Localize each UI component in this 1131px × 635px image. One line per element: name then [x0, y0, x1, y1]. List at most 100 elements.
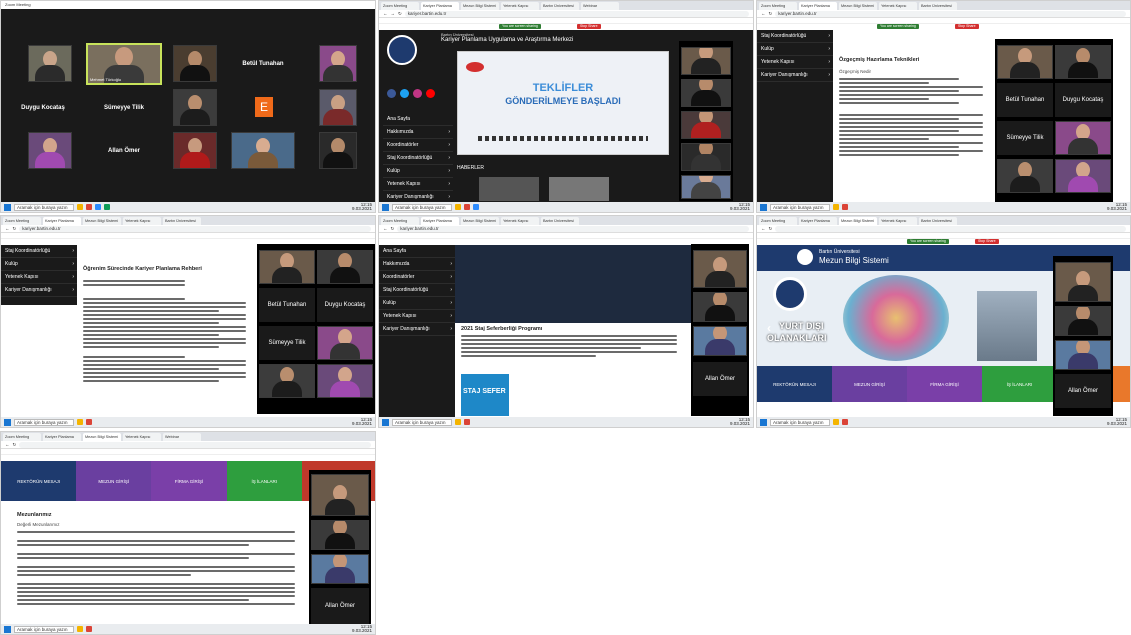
participant-tile[interactable] [259, 250, 315, 284]
participant-tile-active-speaker[interactable]: Mehmet Türkoğlu [86, 43, 162, 85]
participant-tile[interactable]: Allan Ömer [86, 132, 162, 169]
browser-tab[interactable]: Bartın Üniversitesi [163, 217, 201, 225]
browser-tab[interactable]: Mezun Bilgi Sistemi [461, 217, 499, 225]
windows-start-icon[interactable] [760, 203, 767, 211]
participant-tile[interactable] [173, 132, 217, 169]
browser-tab-active[interactable]: Mezun Bilgi Sistemi [839, 217, 877, 225]
participant-tile[interactable] [231, 132, 295, 169]
folder-icon[interactable] [833, 204, 839, 210]
participant-tile[interactable] [1055, 45, 1111, 79]
menu-is-ilanlari[interactable]: İŞ İLANLARI [982, 366, 1057, 402]
participant-tile[interactable] [1055, 340, 1111, 370]
stop-share-button[interactable]: Stop Share [577, 24, 601, 29]
nav-item[interactable]: Ana Sayfa [383, 113, 453, 126]
browser-tab[interactable]: Zoom Meeting [759, 217, 797, 225]
chrome-icon[interactable] [842, 419, 848, 425]
nav-item[interactable]: Hakkımızda › [379, 258, 455, 271]
browser-tab-active[interactable]: Mezun Bilgi Sistemi [83, 433, 121, 441]
nav-item[interactable]: Hakkımızda › [383, 126, 453, 139]
chrome-icon[interactable] [464, 419, 470, 425]
reload-icon[interactable]: ↻ [398, 11, 402, 17]
participant-tile[interactable] [311, 474, 369, 516]
browser-tab[interactable]: Zoom Meeting [759, 2, 797, 10]
menu-rektor[interactable]: REKTÖRÜN MESAJI [757, 366, 832, 402]
back-icon[interactable]: ← [383, 11, 388, 16]
participant-tile[interactable] [1055, 121, 1111, 155]
menu-mezun-girisi[interactable]: MEZUN GİRİŞİ [832, 366, 907, 402]
browser-tab[interactable]: Kariyer Planlama [43, 433, 81, 441]
nav-item[interactable]: Kariyer Danışmanlığı › [379, 323, 455, 336]
browser-tab[interactable]: Yetenek Kapısı [501, 217, 539, 225]
participant-tile[interactable] [319, 89, 357, 126]
nav-item[interactable]: Staj Koordinatörlüğü › [1, 245, 77, 258]
back-icon[interactable]: ← [383, 226, 388, 231]
stop-share-button[interactable]: Stop Share [955, 24, 979, 29]
browser-tab[interactable]: Yetenek Kapısı [879, 217, 917, 225]
nav-item[interactable]: Koordinatörler › [383, 139, 453, 152]
browser-tab[interactable]: Mezun Bilgi Sistemi [83, 217, 121, 225]
chrome-icon[interactable] [464, 204, 470, 210]
participant-tile[interactable] [319, 132, 357, 169]
browser-tab-active[interactable]: Kariyer Planlama [799, 2, 837, 10]
reload-icon[interactable]: ↻ [13, 226, 17, 232]
browser-tab[interactable]: Yetenek Kapısı [501, 2, 539, 10]
folder-icon[interactable] [455, 204, 461, 210]
stop-share-button[interactable]: Stop Share [975, 239, 999, 244]
participant-tile[interactable]: Allan Ömer [311, 588, 369, 624]
participant-tile[interactable]: Duygu Kocataş [1055, 83, 1111, 117]
news-thumbnail[interactable] [549, 177, 609, 201]
participant-tile[interactable]: Allan Ömer [693, 362, 747, 396]
news-thumbnail[interactable] [479, 177, 539, 201]
browser-tab[interactable]: Webinar [163, 433, 201, 441]
reload-icon[interactable]: ↻ [769, 11, 773, 17]
participant-tile[interactable] [1055, 159, 1111, 193]
participant-tile[interactable] [693, 326, 747, 356]
zoom-icon[interactable] [95, 204, 101, 210]
participant-tile[interactable] [311, 520, 369, 550]
browser-tab[interactable]: Yetenek Kapısı [879, 2, 917, 10]
browser-tab[interactable]: Bartın Üniversitesi [541, 2, 579, 10]
participant-tile[interactable] [259, 364, 315, 398]
folder-icon[interactable] [77, 204, 83, 210]
taskbar-search[interactable]: Aramak için buraya yazın [770, 418, 830, 426]
nav-item[interactable]: Yetenek Kapısı › [383, 178, 453, 191]
slider-dots[interactable] [478, 136, 648, 141]
taskbar-search[interactable]: Aramak için buraya yazın [392, 203, 452, 211]
participant-tile[interactable]: Duygu Kocataş [9, 89, 77, 127]
participant-tile[interactable]: Betül Tunahan [997, 83, 1053, 117]
participant-tile[interactable] [693, 292, 747, 322]
browser-tab[interactable]: Mezun Bilgi Sistemi [461, 2, 499, 10]
taskbar-search[interactable]: Aramak için buraya yazın [14, 418, 74, 426]
participant-tile[interactable]: Sümeyye Tilik [259, 326, 315, 360]
windows-start-icon[interactable] [4, 203, 11, 211]
browser-tab-active[interactable]: Kariyer Planlama [421, 217, 459, 225]
browser-tab[interactable]: Kariyer Planlama [799, 217, 837, 225]
participant-tile[interactable] [1055, 262, 1111, 302]
browser-tab[interactable]: Yetenek Kapısı [123, 433, 161, 441]
chrome-icon[interactable] [86, 419, 92, 425]
participant-tile[interactable] [997, 45, 1053, 79]
participant-tile[interactable] [681, 175, 731, 199]
participant-tile[interactable] [693, 250, 747, 288]
promo-image[interactable]: STAJ SEFER [461, 374, 509, 416]
participant-tile[interactable]: Duygu Kocataş [317, 288, 373, 322]
participant-tile[interactable] [28, 45, 72, 82]
nav-item[interactable]: Kulüp › [1, 258, 77, 271]
windows-start-icon[interactable] [382, 203, 389, 211]
browser-tab[interactable]: Webinar [581, 2, 619, 10]
browser-tab[interactable]: Zoom Meeting [381, 2, 419, 10]
nav-item[interactable]: Yetenek Kapısı › [379, 310, 455, 323]
folder-icon[interactable] [833, 419, 839, 425]
url-field[interactable]: kariyer.bartin.edu.tr [397, 225, 749, 232]
instagram-icon[interactable] [413, 89, 422, 98]
folder-icon[interactable] [455, 419, 461, 425]
forward-icon[interactable]: → [391, 11, 396, 16]
participant-tile[interactable] [173, 45, 217, 82]
url-field[interactable]: kariyer.bartin.edu.tr [404, 10, 749, 17]
windows-start-icon[interactable] [4, 625, 11, 633]
participant-tile[interactable]: Betül Tunahan [231, 45, 295, 82]
url-field[interactable] [775, 225, 1126, 232]
url-field[interactable]: kariyer.bartin.edu.tr [775, 10, 1126, 17]
nav-item[interactable]: Yetenek Kapısı › [1, 271, 77, 284]
excel-icon[interactable] [104, 204, 110, 210]
